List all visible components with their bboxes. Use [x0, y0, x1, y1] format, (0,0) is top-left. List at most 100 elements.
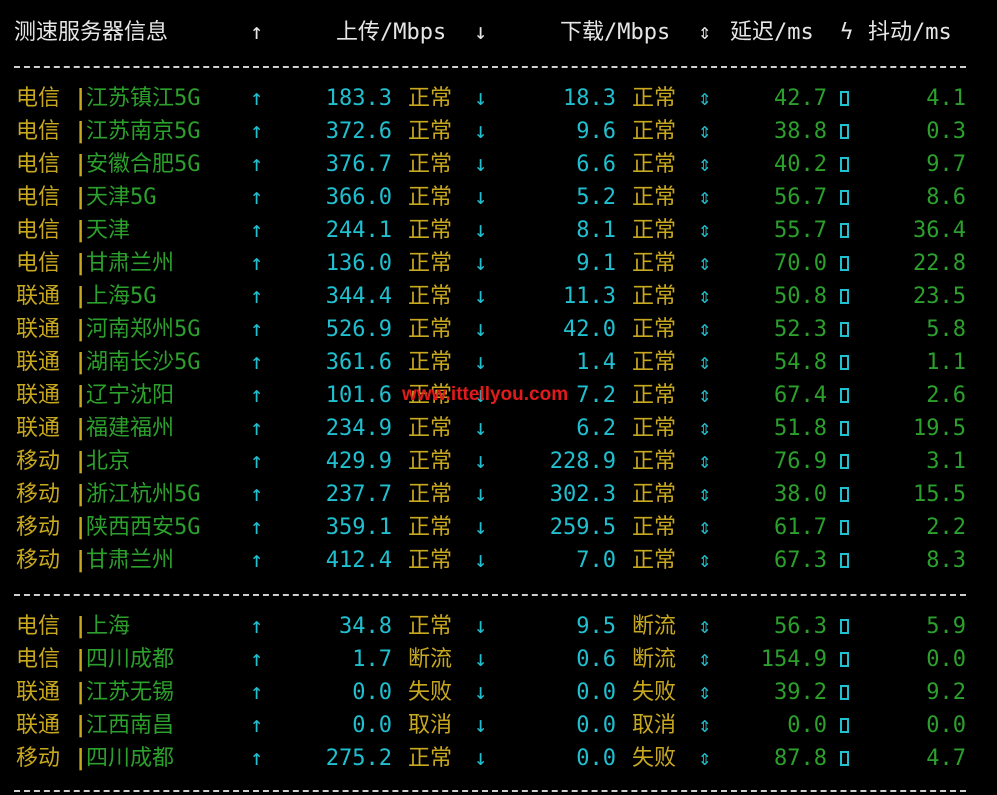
latency-arrow-icon: ⇕ — [698, 86, 712, 111]
jitter-box-icon — [840, 322, 849, 337]
jitter-value: 2.6 — [926, 383, 966, 408]
download-status: 正常 — [632, 218, 677, 243]
jitter-box-icon — [840, 256, 849, 271]
upload-status: 正常 — [408, 86, 453, 111]
table-row: 电信 | 甘肃兰州 ↑ 136.0 正常 ↓ 9.1 正常 ⇕ 70.0 22.8 — [0, 247, 997, 280]
latency-value: 61.7 — [774, 515, 827, 540]
upload-value: 244.1 — [325, 218, 392, 243]
jitter-value: 0.3 — [926, 119, 966, 144]
latency-arrow-icon: ⇕ — [698, 680, 712, 705]
watermark: www.ittellyou.com — [402, 384, 569, 405]
latency-value: 39.2 — [774, 680, 827, 705]
latency-arrow-icon: ⇕ — [698, 218, 712, 243]
isp-label: 联通 — [16, 284, 61, 309]
table-row: 联通 | 江西南昌 ↑ 0.0 取消 ↓ 0.0 取消 ⇕ 0.0 0.0 — [0, 709, 997, 742]
latency-arrow-icon: ⇕ — [698, 515, 712, 540]
download-value: 0.0 — [576, 713, 616, 738]
download-value: 228.9 — [549, 449, 616, 474]
jitter-value: 8.3 — [926, 548, 966, 573]
table-row: 联通 | 上海5G ↑ 344.4 正常 ↓ 11.3 正常 ⇕ 50.8 23.5 — [0, 280, 997, 313]
table-row: 联通 | 江苏无锡 ↑ 0.0 失败 ↓ 0.0 失败 ⇕ 39.2 9.2 — [0, 676, 997, 709]
download-arrow-icon: ↓ — [474, 86, 488, 111]
upload-status: 断流 — [408, 647, 453, 672]
jitter-box-icon — [840, 520, 849, 535]
isp-label: 电信 — [16, 614, 61, 639]
node-name: 上海5G — [86, 284, 157, 309]
upload-status: 正常 — [408, 218, 453, 243]
table-row: 移动 | 甘肃兰州 ↑ 412.4 正常 ↓ 7.0 正常 ⇕ 67.3 8.3 — [0, 544, 997, 577]
header-jitter-arrow-icon: ϟ — [840, 20, 854, 45]
download-arrow-icon: ↓ — [474, 317, 488, 342]
download-status: 正常 — [632, 86, 677, 111]
jitter-value: 15.5 — [913, 482, 966, 507]
latency-arrow-icon: ⇕ — [698, 251, 712, 276]
jitter-box-icon — [840, 751, 849, 766]
table-row: 电信 | 天津5G ↑ 366.0 正常 ↓ 5.2 正常 ⇕ 56.7 8.6 — [0, 181, 997, 214]
node-name: 四川成都 — [86, 647, 175, 672]
upload-arrow-icon: ↑ — [250, 449, 264, 474]
jitter-value: 9.2 — [926, 680, 966, 705]
latency-arrow-icon: ⇕ — [698, 317, 712, 342]
node-name: 福建福州 — [86, 416, 175, 441]
jitter-value: 5.9 — [926, 614, 966, 639]
table-row: 移动 | 四川成都 ↑ 275.2 正常 ↓ 0.0 失败 ⇕ 87.8 4.7 — [0, 742, 997, 775]
download-status: 断流 — [632, 614, 677, 639]
table-row: 电信 | 上海 ↑ 34.8 正常 ↓ 9.5 断流 ⇕ 56.3 5.9 — [0, 610, 997, 643]
latency-arrow-icon: ⇕ — [698, 548, 712, 573]
jitter-value: 8.6 — [926, 185, 966, 210]
download-arrow-icon: ↓ — [474, 515, 488, 540]
jitter-value: 4.7 — [926, 746, 966, 771]
jitter-box-icon — [840, 487, 849, 502]
latency-value: 0.0 — [787, 713, 827, 738]
upload-value: 412.4 — [325, 548, 392, 573]
upload-value: 366.0 — [325, 185, 392, 210]
upload-arrow-icon: ↑ — [250, 284, 264, 309]
upload-status: 失败 — [408, 680, 453, 705]
isp-label: 移动 — [16, 548, 61, 573]
download-arrow-icon: ↓ — [474, 284, 488, 309]
table-row: 电信 | 天津 ↑ 244.1 正常 ↓ 8.1 正常 ⇕ 55.7 36.4 — [0, 214, 997, 247]
latency-value: 154.9 — [760, 647, 827, 672]
download-value: 18.3 — [563, 86, 616, 111]
upload-arrow-icon: ↑ — [250, 746, 264, 771]
jitter-box-icon — [840, 91, 849, 106]
download-arrow-icon: ↓ — [474, 416, 488, 441]
upload-arrow-icon: ↑ — [250, 647, 264, 672]
download-value: 0.0 — [576, 680, 616, 705]
latency-arrow-icon: ⇕ — [698, 713, 712, 738]
node-name: 北京 — [86, 449, 131, 474]
latency-value: 67.4 — [774, 383, 827, 408]
node-name: 河南郑州5G — [86, 317, 201, 342]
upload-arrow-icon: ↑ — [250, 713, 264, 738]
isp-label: 电信 — [16, 218, 61, 243]
download-status: 正常 — [632, 185, 677, 210]
jitter-value: 9.7 — [926, 152, 966, 177]
download-value: 7.2 — [576, 383, 616, 408]
table-row: 电信 | 四川成都 ↑ 1.7 断流 ↓ 0.6 断流 ⇕ 154.9 0.0 — [0, 643, 997, 676]
download-value: 6.2 — [576, 416, 616, 441]
table-row: 联通 | 福建福州 ↑ 234.9 正常 ↓ 6.2 正常 ⇕ 51.8 19.5 — [0, 412, 997, 445]
isp-label: 移动 — [16, 449, 61, 474]
download-arrow-icon: ↓ — [474, 185, 488, 210]
upload-value: 429.9 — [325, 449, 392, 474]
jitter-value: 23.5 — [913, 284, 966, 309]
jitter-value: 5.8 — [926, 317, 966, 342]
isp-label: 联通 — [16, 317, 61, 342]
isp-label: 联通 — [16, 713, 61, 738]
table-row: 电信 | 江苏南京5G ↑ 372.6 正常 ↓ 9.6 正常 ⇕ 38.8 0.3 — [0, 115, 997, 148]
download-status: 正常 — [632, 482, 677, 507]
jitter-value: 2.2 — [926, 515, 966, 540]
jitter-value: 22.8 — [913, 251, 966, 276]
upload-value: 101.6 — [325, 383, 392, 408]
jitter-value: 3.1 — [926, 449, 966, 474]
upload-value: 237.7 — [325, 482, 392, 507]
upload-arrow-icon: ↑ — [250, 119, 264, 144]
download-value: 0.6 — [576, 647, 616, 672]
download-arrow-icon: ↓ — [474, 449, 488, 474]
table-row: 移动 | 浙江杭州5G ↑ 237.7 正常 ↓ 302.3 正常 ⇕ 38.0 15.5 — [0, 478, 997, 511]
latency-arrow-icon: ⇕ — [698, 119, 712, 144]
jitter-box-icon — [840, 454, 849, 469]
latency-arrow-icon: ⇕ — [698, 185, 712, 210]
download-arrow-icon: ↓ — [474, 350, 488, 375]
latency-value: 55.7 — [774, 218, 827, 243]
